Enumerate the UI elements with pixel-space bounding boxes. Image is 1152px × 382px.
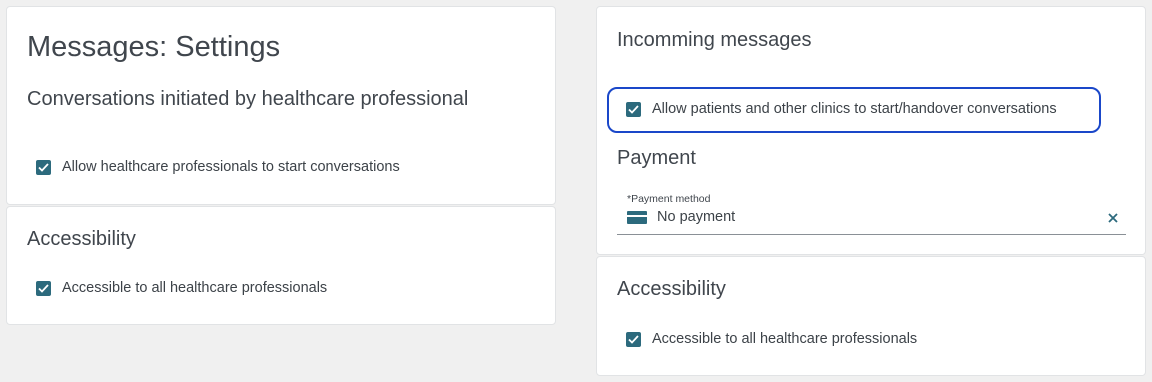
section-heading-incoming: Incomming messages xyxy=(617,29,812,51)
section-heading-accessibility: Accessibility xyxy=(27,228,136,250)
checkbox-label: Allow patients and other clinics to star… xyxy=(652,101,1057,117)
payment-method-field[interactable]: *Payment method No payment xyxy=(617,193,1126,235)
right-accessibility-card: Accessibility Accessible to all healthca… xyxy=(596,256,1146,376)
checkbox-row-accessible-left[interactable]: Accessible to all healthcare professiona… xyxy=(36,280,327,296)
checkbox-row-allow-patients[interactable]: Allow patients and other clinics to star… xyxy=(626,101,1057,117)
checkbox-row-accessible-right[interactable]: Accessible to all healthcare professiona… xyxy=(626,331,917,347)
payment-method-label: *Payment method xyxy=(627,193,711,205)
left-accessibility-card: Accessibility Accessible to all healthca… xyxy=(6,206,556,325)
credit-card-icon xyxy=(627,210,647,224)
checkbox-checked-icon[interactable] xyxy=(36,280,51,296)
payment-method-value[interactable]: No payment xyxy=(627,209,735,225)
close-icon[interactable] xyxy=(1106,211,1120,225)
section-heading-initiated: Conversations initiated by healthcare pr… xyxy=(27,88,469,110)
checkbox-checked-icon[interactable] xyxy=(626,331,641,347)
checkbox-row-allow-hcp-start[interactable]: Allow healthcare professionals to start … xyxy=(36,159,400,175)
section-heading-accessibility-right: Accessibility xyxy=(617,278,726,300)
checkbox-label: Accessible to all healthcare professiona… xyxy=(652,331,918,347)
checkbox-label: Accessible to all healthcare professiona… xyxy=(62,280,328,296)
left-settings-card: Messages: Settings Conversations initiat… xyxy=(6,6,556,205)
section-heading-payment: Payment xyxy=(617,147,696,169)
checkbox-checked-icon[interactable] xyxy=(36,159,51,175)
right-settings-card: Incomming messages Allow patients and ot… xyxy=(596,6,1146,255)
page-title: Messages: Settings xyxy=(27,31,281,63)
checkbox-label: Allow healthcare professionals to start … xyxy=(62,159,400,175)
payment-method-text: No payment xyxy=(657,209,736,225)
checkbox-checked-icon[interactable] xyxy=(626,101,641,117)
